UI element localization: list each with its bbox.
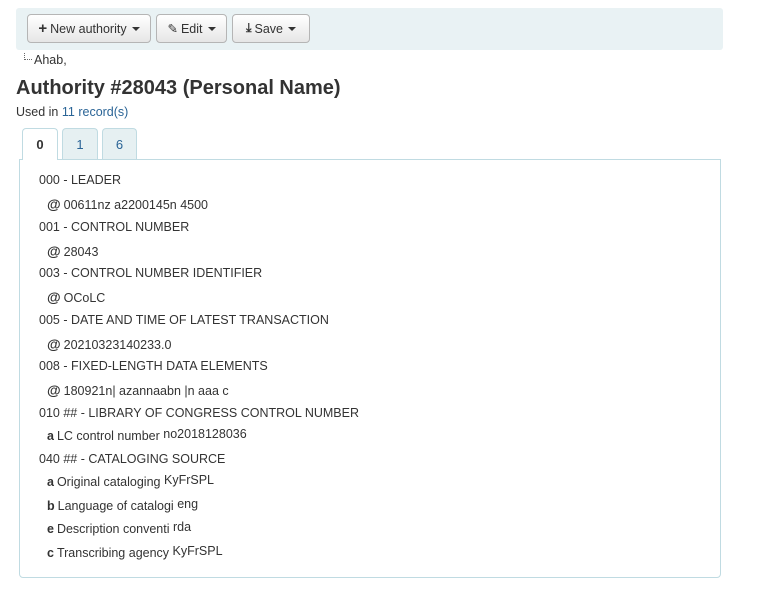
subfield-code: @: [47, 242, 61, 259]
subfield-value: KyFrSPL: [163, 473, 214, 487]
subfield-code: @: [47, 335, 61, 352]
edit-button[interactable]: ✎ Edit: [156, 14, 227, 43]
caret-down-icon: [131, 26, 140, 31]
subfield-label: Transcribing agency: [56, 545, 170, 560]
subfield-label: Language of catalogi: [57, 498, 174, 513]
field-tag: 040 ## - CATALOGING SOURCE: [39, 452, 226, 466]
subfield-code: a: [47, 428, 54, 443]
subfield-value: 180921n| azannaabn |n aaa c: [63, 384, 229, 398]
subfield-code: c: [47, 545, 54, 560]
tab-6[interactable]: 6: [102, 128, 137, 159]
pencil-icon: ✎: [167, 22, 178, 36]
field-tag: 005 - DATE AND TIME OF LATEST TRANSACTIO…: [39, 312, 329, 327]
subfield-value: KyFrSPL: [172, 543, 223, 558]
subfield-code: a: [47, 475, 54, 489]
subfield-value: 00611nz a2200145n 4500: [63, 198, 209, 212]
caret-down-icon: [288, 26, 297, 31]
subfield: @20210323140233.0: [47, 336, 171, 352]
subfield-value: 20210323140233.0: [63, 337, 172, 352]
new-authority-button[interactable]: + New authority: [27, 14, 151, 43]
page-title: Authority #28043 (Personal Name): [16, 77, 341, 99]
field-tag: 001 - CONTROL NUMBER: [39, 219, 190, 234]
subfield-code: e: [47, 522, 54, 536]
field-tag: 010 ## - LIBRARY OF CONGRESS CONTROL NUM…: [39, 405, 359, 420]
subfield-label: Original cataloging: [56, 475, 161, 489]
tree-branch-icon: [24, 53, 32, 60]
download-icon: ⤓: [245, 21, 252, 35]
caret-down-icon: [207, 26, 216, 31]
subfield: e Description conventi rda: [47, 520, 192, 536]
subfield-code: @: [47, 196, 61, 212]
field-tag: 000 - LEADER: [39, 173, 121, 187]
breadcrumb: Ahab,: [24, 53, 67, 67]
subfield: a LC control number no2018128036: [47, 426, 247, 443]
subfield-code: @: [47, 289, 61, 305]
subfield: @180921n| azannaabn |n aaa c: [47, 382, 229, 398]
subfield-value: 28043: [63, 244, 99, 259]
field-tag: 003 - CONTROL NUMBER IDENTIFIER: [39, 266, 263, 280]
tab-0[interactable]: 0: [22, 128, 58, 160]
subfield: @00611nz a2200145n 4500: [47, 196, 208, 212]
subfield-value: rda: [173, 520, 192, 534]
marc-panel: 000 - LEADER @00611nz a2200145n 4500 001 -…: [19, 159, 721, 578]
subfield-code: @: [47, 382, 61, 398]
subfield: @28043: [47, 243, 98, 259]
subfield: b Language of catalogi eng: [47, 496, 199, 513]
subfield: @ OCoLC: [47, 289, 105, 305]
subfield-value: eng: [177, 496, 199, 511]
subfield-code: b: [47, 498, 55, 513]
used-in: Used in 11 record(s): [16, 105, 129, 119]
subfield-value: OCoLC: [63, 291, 106, 305]
subfield-label: Description conventi: [56, 522, 170, 536]
subfield: a Original cataloging KyFrSPL: [47, 473, 214, 489]
plus-icon: +: [38, 20, 48, 37]
subfield-value: no2018128036: [163, 426, 247, 441]
subfield-label: LC control number: [56, 428, 160, 443]
save-button[interactable]: ⤓ Save: [232, 14, 310, 43]
field-tag: 008 - FIXED-LENGTH DATA ELEMENTS: [39, 359, 268, 373]
subfield: c Transcribing agency KyFrSPL: [47, 543, 223, 560]
toolbar: + New authority ✎ Edit ⤓ Save: [16, 8, 723, 50]
tab-1[interactable]: 1: [62, 128, 98, 159]
records-link[interactable]: 11 record(s): [62, 105, 128, 119]
